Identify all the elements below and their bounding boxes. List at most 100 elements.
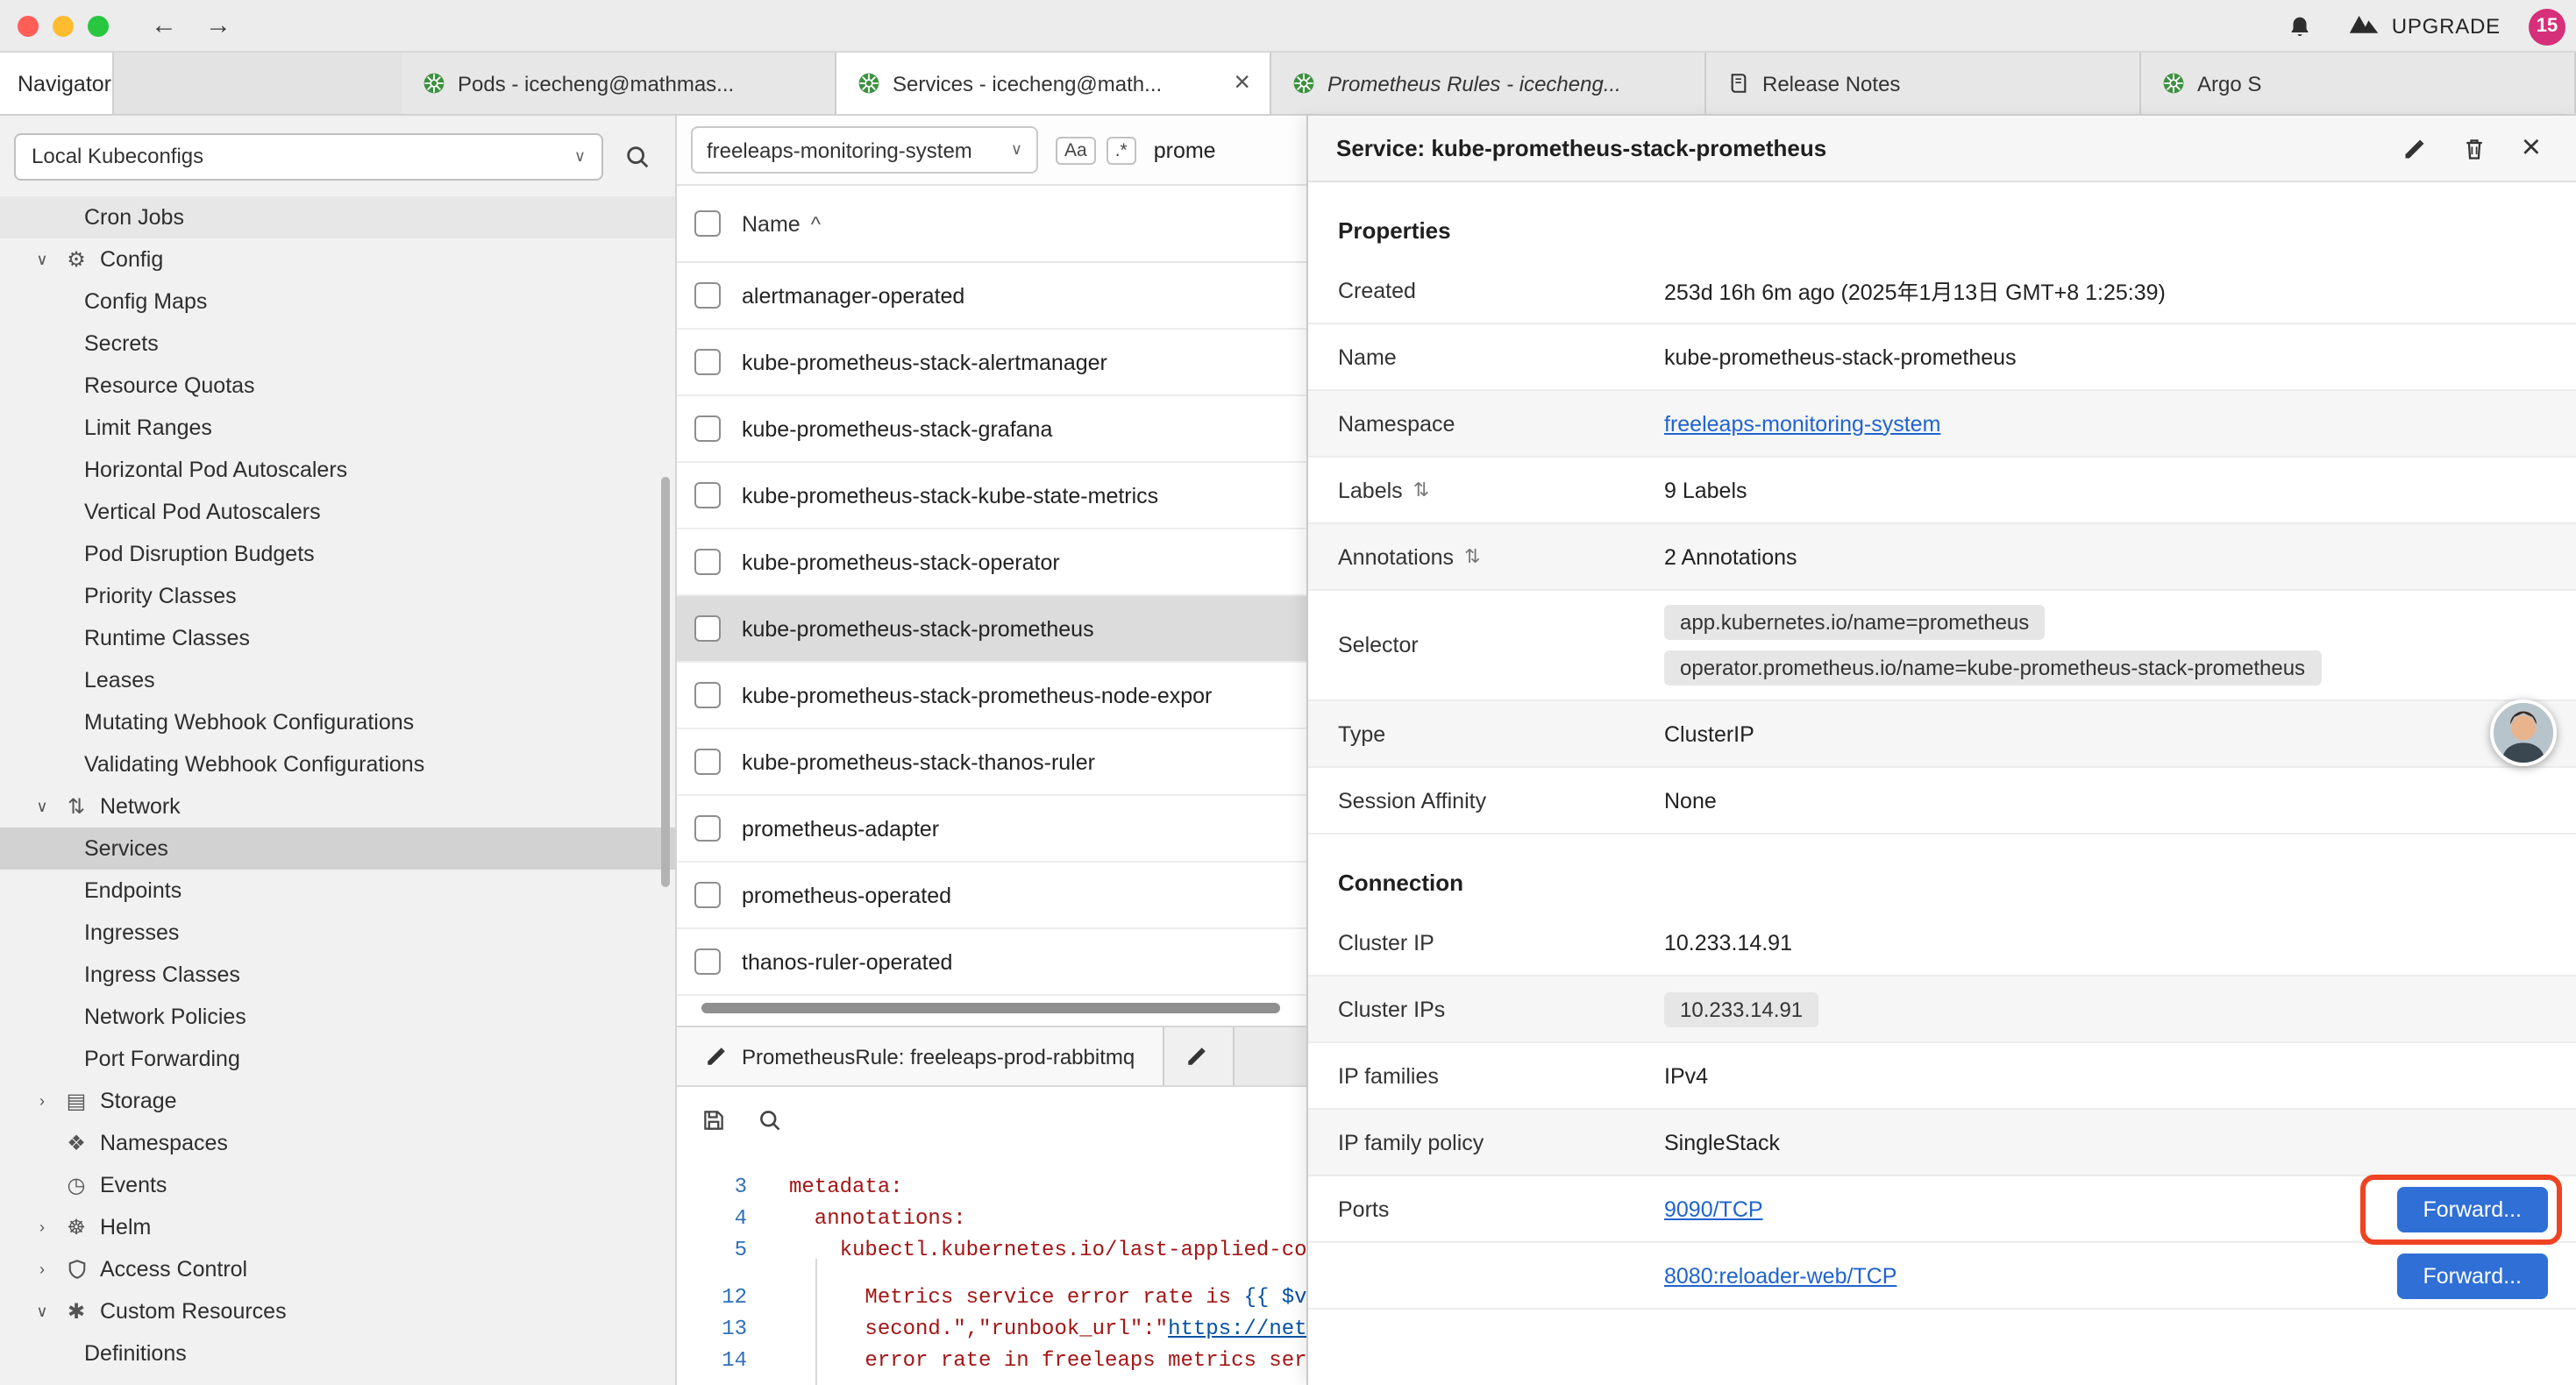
port-link[interactable]: 9090/TCP <box>1664 1197 1763 1221</box>
sidebar-item-access-control[interactable]: ›Access Control <box>0 1248 675 1290</box>
sidebar-item-events[interactable]: ◷Events <box>0 1164 675 1206</box>
row-checkbox[interactable] <box>694 948 721 975</box>
sidebar-item-config-maps[interactable]: Config Maps <box>0 281 675 323</box>
select-all-checkbox[interactable] <box>694 210 721 237</box>
horizontal-scrollbar[interactable] <box>701 1003 1280 1013</box>
table-row[interactable]: prometheus-operated <box>677 863 1306 929</box>
close-window-button[interactable] <box>18 15 39 36</box>
sidebar-item-helm[interactable]: ›☸Helm <box>0 1206 675 1248</box>
service-name: thanos-ruler-operated <box>742 949 952 974</box>
dock-tab-prometheusrule[interactable]: PrometheusRule: freeleaps-prod-rabbitmq <box>677 1027 1164 1085</box>
gear-icon: ⚙ <box>63 246 89 273</box>
sidebar-item-port-forwarding[interactable]: Port Forwarding <box>0 1038 675 1080</box>
close-tab-icon[interactable]: × <box>1228 67 1256 99</box>
row-checkbox[interactable] <box>694 882 721 908</box>
row-checkbox[interactable] <box>694 815 721 842</box>
forward-button[interactable]: Forward... <box>2396 1186 2548 1232</box>
sidebar-item-priority-classes[interactable]: Priority Classes <box>0 575 675 617</box>
row-checkbox[interactable] <box>694 282 721 309</box>
sidebar-item-resource-quotas[interactable]: Resource Quotas <box>0 365 675 407</box>
drawer-title: Service: kube-prometheus-stack-prometheu… <box>1336 135 2374 161</box>
search-icon[interactable] <box>758 1108 782 1133</box>
upgrade-button[interactable]: UPGRADE <box>2348 12 2501 40</box>
tab-pods-icecheng-mathmas[interactable]: Pods - icecheng@mathmas... <box>402 53 836 114</box>
table-row[interactable]: kube-prometheus-stack-prometheus <box>677 596 1306 663</box>
sidebar-item-config[interactable]: ∨⚙Config <box>0 238 675 281</box>
sidebar-item-endpoints[interactable]: Endpoints <box>0 870 675 912</box>
detail-label: Cluster IPs <box>1308 997 1664 1021</box>
trash-icon[interactable] <box>2455 136 2494 160</box>
chips-list: app.kubernetes.io/name=prometheusoperato… <box>1664 591 2548 700</box>
tab-release-notes[interactable]: Release Notes <box>1706 53 2141 114</box>
sidebar-item-custom-resources[interactable]: ∨✱Custom Resources <box>0 1290 675 1332</box>
search-icon[interactable] <box>624 143 651 169</box>
table-row[interactable]: prometheus-adapter <box>677 796 1306 863</box>
name-column-header[interactable]: Name ^ <box>742 211 821 236</box>
row-checkbox[interactable] <box>694 416 721 442</box>
row-checkbox[interactable] <box>694 482 721 508</box>
sidebar-item-ingresses[interactable]: Ingresses <box>0 912 675 954</box>
table-row[interactable]: kube-prometheus-stack-grafana <box>677 396 1306 463</box>
sidebar-item-label: Config <box>100 247 163 272</box>
sidebar-item-ingress-classes[interactable]: Ingress Classes <box>0 954 675 996</box>
row-checkbox[interactable] <box>694 682 721 708</box>
row-checkbox[interactable] <box>694 549 721 575</box>
sidebar-item-storage[interactable]: ›▤Storage <box>0 1080 675 1122</box>
sidebar-item-network[interactable]: ∨⇅Network <box>0 785 675 827</box>
namespace-filter-select[interactable]: freeleaps-monitoring-system ∨ <box>691 126 1038 174</box>
dock-tab-next[interactable] <box>1164 1027 1235 1085</box>
sidebar-item-secrets[interactable]: Secrets <box>0 323 675 365</box>
navigator-tab[interactable]: Navigator <box>0 53 113 114</box>
sidebar-item-limit-ranges[interactable]: Limit Ranges <box>0 407 675 449</box>
maximize-window-button[interactable] <box>88 15 109 36</box>
sidebar-item-definitions[interactable]: Definitions <box>0 1332 675 1374</box>
sidebar-scrollbar[interactable] <box>661 477 670 887</box>
list-search-box[interactable]: Aa .* prome <box>1056 136 1216 164</box>
sort-toggle-icon[interactable]: ⇅ <box>1464 545 1480 568</box>
sidebar-item-vertical-pod-autoscalers[interactable]: Vertical Pod Autoscalers <box>0 491 675 533</box>
notification-badge[interactable]: 15 <box>2529 8 2565 45</box>
table-row[interactable]: kube-prometheus-stack-alertmanager <box>677 330 1306 396</box>
regex-toggle[interactable]: .* <box>1107 136 1136 164</box>
sidebar-item-pod-disruption-budgets[interactable]: Pod Disruption Budgets <box>0 533 675 575</box>
row-checkbox[interactable] <box>694 749 721 775</box>
search-input[interactable]: prome <box>1154 138 1216 162</box>
port-link[interactable]: 8080:reloader-web/TCP <box>1664 1263 1896 1288</box>
sidebar-item-runtime-classes[interactable]: Runtime Classes <box>0 617 675 659</box>
folded-region <box>677 1266 1306 1282</box>
save-icon[interactable] <box>701 1108 726 1133</box>
sidebar-item-services[interactable]: Services <box>0 827 675 870</box>
table-row[interactable]: kube-prometheus-stack-thanos-ruler <box>677 729 1306 796</box>
forward-button[interactable]: Forward... <box>2396 1253 2548 1298</box>
table-row[interactable]: kube-prometheus-stack-kube-state-metrics <box>677 463 1306 529</box>
tab-label: Pods - icecheng@mathmas... <box>458 71 821 96</box>
bell-icon[interactable] <box>2280 13 2320 39</box>
sidebar-item-leases[interactable]: Leases <box>0 659 675 701</box>
table-row[interactable]: kube-prometheus-stack-prometheus-node-ex… <box>677 663 1306 729</box>
kubeconfig-selector[interactable]: Local Kubeconfigs ∨ <box>14 132 603 180</box>
match-case-toggle[interactable]: Aa <box>1056 136 1096 164</box>
sidebar-item-network-policies[interactable]: Network Policies <box>0 996 675 1038</box>
avatar[interactable] <box>2490 700 2557 766</box>
sidebar-item-horizontal-pod-autoscalers[interactable]: Horizontal Pod Autoscalers <box>0 449 675 491</box>
back-icon[interactable]: ← <box>151 11 177 40</box>
edit-icon[interactable] <box>2395 136 2434 160</box>
tab-services-icecheng-math[interactable]: Services - icecheng@math...× <box>836 53 1271 114</box>
sidebar-item-validating-webhook-configurations[interactable]: Validating Webhook Configurations <box>0 743 675 785</box>
tab-argo-s[interactable]: Argo S <box>2141 53 2576 114</box>
yaml-editor[interactable]: 3metadata:4 annotations:5 kubectl.kubern… <box>677 1154 1306 1385</box>
tab-prometheus-rules-icecheng[interactable]: Prometheus Rules - icecheng... <box>1271 53 1706 114</box>
row-checkbox[interactable] <box>694 615 721 642</box>
forward-icon[interactable]: → <box>205 11 231 40</box>
table-row[interactable]: thanos-ruler-operated <box>677 929 1306 996</box>
minimize-window-button[interactable] <box>53 15 74 36</box>
close-icon[interactable]: × <box>2515 131 2548 165</box>
row-checkbox[interactable] <box>694 349 721 375</box>
sort-toggle-icon[interactable]: ⇅ <box>1413 479 1429 501</box>
sidebar-item-mutating-webhook-configurations[interactable]: Mutating Webhook Configurations <box>0 701 675 743</box>
sidebar-item-namespaces[interactable]: ❖Namespaces <box>0 1122 675 1164</box>
table-row[interactable]: alertmanager-operated <box>677 263 1306 330</box>
namespace-link[interactable]: freeleaps-monitoring-system <box>1664 411 1940 436</box>
sidebar-item-cron-jobs[interactable]: Cron Jobs <box>0 196 675 238</box>
table-row[interactable]: kube-prometheus-stack-operator <box>677 529 1306 596</box>
